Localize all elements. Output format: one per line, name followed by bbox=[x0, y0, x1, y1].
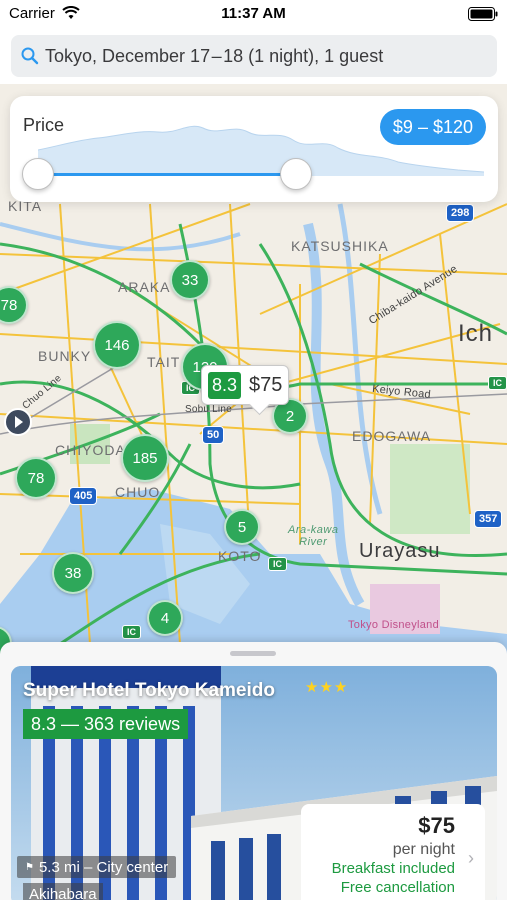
map-label-urayasu: Urayasu bbox=[359, 540, 441, 562]
map-label-chuo: CHUO bbox=[115, 484, 161, 500]
per-night-label: per night bbox=[392, 841, 455, 858]
price-slider-max-thumb[interactable] bbox=[280, 158, 312, 190]
hotel-cluster-marker[interactable]: 185 bbox=[121, 434, 169, 482]
hotel-name: Super Hotel Tokyo Kameido bbox=[23, 680, 275, 701]
free-cancellation-label: Free cancellation bbox=[340, 879, 455, 896]
distance-text: 5.3 mi – City center bbox=[38, 858, 169, 876]
hotel-card[interactable]: Super Hotel Tokyo Kameido ★★★ 8.3 — 363 … bbox=[11, 666, 497, 900]
map-label-arakawa: ARAKA bbox=[118, 279, 171, 295]
map-label-tokyo-disneyland: Tokyo Disneyland bbox=[348, 619, 440, 631]
hotel-cluster-marker[interactable]: 78 bbox=[15, 457, 57, 499]
search-query-text: Tokyo, December 17 – 18 (1 night), 1 gue… bbox=[45, 46, 384, 66]
distance-badge: ⚑ 5.3 mi – City center bbox=[17, 856, 177, 878]
map-label-ichikawa: Ich bbox=[458, 320, 494, 347]
hotel-bottom-sheet[interactable]: Super Hotel Tokyo Kameido ★★★ 8.3 — 363 … bbox=[0, 642, 507, 900]
route-shield-50: 50 bbox=[202, 426, 225, 444]
price-slider-track[interactable] bbox=[38, 173, 296, 176]
breakfast-included-label: Breakfast included bbox=[331, 860, 455, 877]
pin-price: $75 bbox=[249, 373, 283, 396]
map-label-chiyoda: CHIYODA bbox=[55, 442, 126, 458]
map-label-sobu-line: Sobu Line bbox=[185, 404, 232, 415]
location-arrow-icon bbox=[15, 416, 23, 428]
search-bar: Tokyo, December 17 – 18 (1 night), 1 gue… bbox=[0, 28, 507, 84]
map-label-koto: KOTO bbox=[218, 548, 262, 564]
hotel-cluster-marker[interactable]: 5 bbox=[224, 509, 260, 545]
current-location-button[interactable] bbox=[4, 408, 32, 436]
search-input[interactable]: Tokyo, December 17 – 18 (1 night), 1 gue… bbox=[11, 35, 497, 77]
flag-icon: ⚑ bbox=[25, 861, 34, 873]
hotel-cluster-marker[interactable]: 33 bbox=[170, 260, 210, 300]
price-filter-label: Price bbox=[23, 115, 65, 135]
interchange-shield: IC bbox=[122, 625, 141, 639]
area-badge: Akihabara bbox=[23, 883, 103, 900]
sheet-grabber[interactable] bbox=[230, 651, 276, 656]
hotel-cluster-marker[interactable]: 4 bbox=[147, 600, 183, 636]
price-filter-card: Price $9 – $120 bbox=[10, 96, 498, 202]
hotel-star-rating: ★★★ bbox=[305, 679, 349, 696]
hotel-cluster-marker[interactable]: 146 bbox=[93, 321, 141, 369]
status-bar: Carrier 11:37 AM bbox=[0, 0, 507, 28]
hotel-price: $75 bbox=[418, 813, 455, 838]
pin-rating-badge: 8.3 bbox=[208, 371, 242, 399]
price-range-badge[interactable]: $9 – $120 bbox=[379, 109, 486, 145]
hotel-price-box[interactable]: $75 per night Breakfast included Free ca… bbox=[301, 804, 485, 900]
hotel-cluster-marker[interactable]: 38 bbox=[52, 552, 94, 594]
route-shield-357: 357 bbox=[474, 510, 503, 528]
interchange-shield: IC bbox=[488, 376, 507, 390]
chevron-right-icon: › bbox=[468, 848, 474, 868]
map-label-bunkyo: BUNKY bbox=[38, 348, 92, 364]
battery-icon bbox=[468, 7, 498, 21]
map-label-taito: TAIT bbox=[147, 354, 181, 370]
route-shield-405: 405 bbox=[69, 487, 98, 505]
hotel-review-badge: 8.3 — 363 reviews bbox=[23, 709, 189, 739]
map-label-edogawa: EDOGAWA bbox=[352, 428, 432, 444]
search-icon bbox=[21, 47, 39, 65]
map-label-arakawa-river: Ara-kawa River bbox=[288, 524, 339, 548]
selected-hotel-pin[interactable]: 8.3 $75 bbox=[201, 365, 290, 405]
price-slider-min-thumb[interactable] bbox=[22, 158, 54, 190]
interchange-shield: IC bbox=[268, 557, 287, 571]
route-shield-298: 298 bbox=[446, 204, 475, 222]
map-label-katsushika: KATSUSHIKA bbox=[291, 238, 389, 254]
status-time: 11:37 AM bbox=[221, 5, 286, 22]
